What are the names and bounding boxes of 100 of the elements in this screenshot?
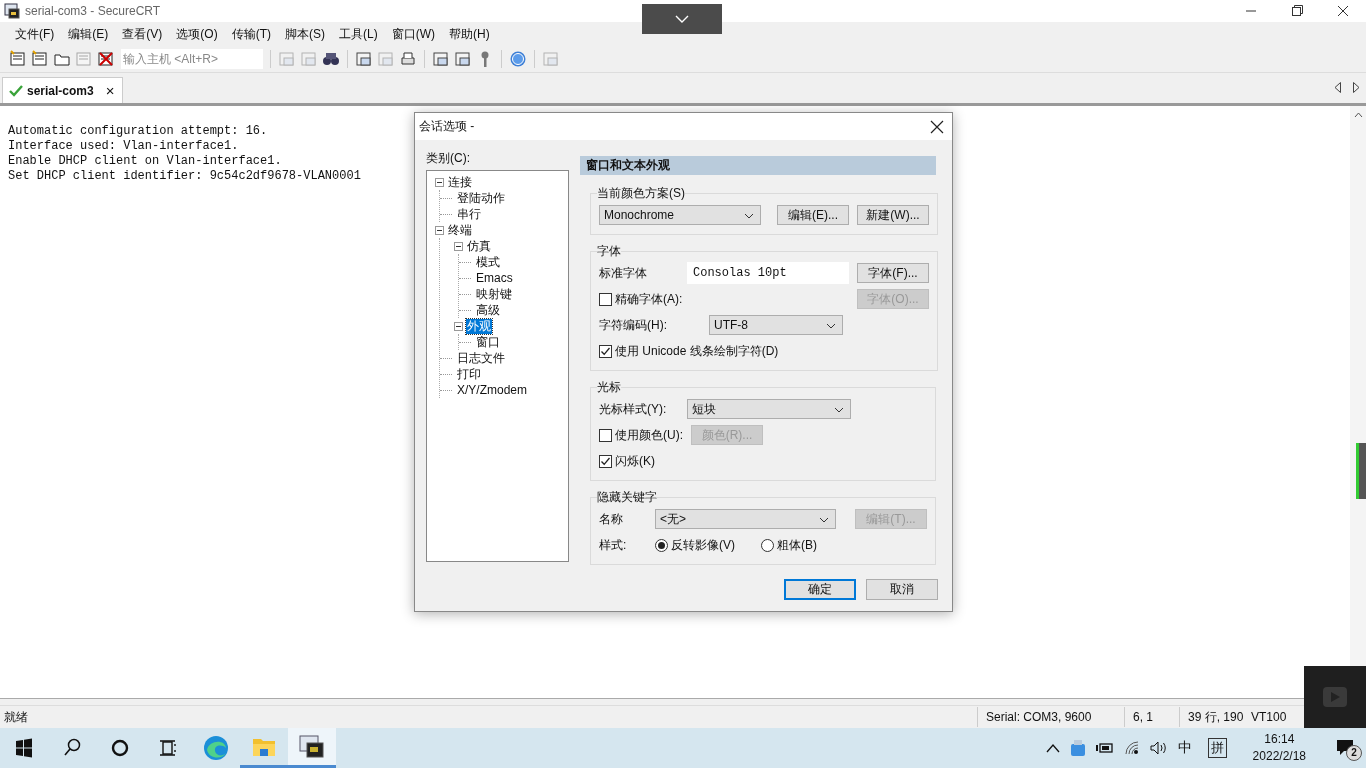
terminal-line: Enable DHCP client on Vlan-interface1. [8, 154, 282, 169]
menu-item[interactable]: 脚本(S) [278, 25, 332, 43]
tree-item[interactable]: 打印 [456, 366, 482, 382]
font-field: Consolas 10pt [687, 262, 849, 284]
media-icon [1322, 686, 1348, 708]
close-icon[interactable] [930, 119, 944, 134]
wifi-icon[interactable] [1123, 741, 1140, 755]
terminal-line: Automatic configuration attempt: 16. [8, 124, 268, 139]
page-header: 窗口和文本外观 [580, 156, 936, 175]
menu-item[interactable]: 查看(V) [115, 25, 170, 43]
dialog-title: 会话选项 - [419, 118, 475, 135]
ok-button[interactable]: 确定 [784, 579, 856, 600]
radio-label: 粗体(B) [777, 536, 817, 554]
terminal-line: Set DHCP client identifier: 9c54c2df9678-VLAN0001 [8, 169, 361, 184]
status-cell: Serial: COM3, 9600 [977, 707, 1124, 727]
cursor-style-dropdown[interactable]: 短块 [687, 399, 851, 419]
tree-item[interactable]: 登陆动作 [456, 190, 506, 206]
checkbox[interactable] [599, 344, 612, 358]
field-label: 名称 [599, 510, 624, 528]
checkbox[interactable] [599, 454, 612, 468]
menu-item[interactable]: 文件(F) [8, 25, 62, 43]
disconnect-icon[interactable] [97, 50, 115, 68]
side-handle[interactable] [1356, 443, 1366, 499]
printer-icon[interactable] [399, 50, 417, 68]
window-title: serial-com3 - SecureCRT [25, 4, 162, 18]
chevron-down-icon [826, 323, 836, 329]
checkbox[interactable] [599, 292, 612, 306]
tree-item[interactable]: X/Y/Zmodem [456, 382, 529, 398]
input-method-indicator[interactable]: 中 [1177, 739, 1192, 757]
tree-item[interactable]: 高级 [475, 302, 501, 318]
clock[interactable]: 16:14 2022/2/18 [1252, 731, 1306, 765]
tree-item[interactable]: 仿真 [466, 238, 492, 254]
tree-item[interactable]: 模式 [475, 254, 501, 270]
radio-label: 反转影像(V) [671, 536, 735, 554]
input-mode-indicator[interactable]: 拼 [1207, 738, 1227, 758]
tree-item[interactable]: 外观 [466, 318, 492, 334]
group-title: 隐藏关键字 [597, 489, 657, 506]
encoding-dropdown[interactable]: UTF-8 [709, 315, 843, 335]
session-tab[interactable]: serial-com3 × [2, 77, 124, 103]
usb-drive-icon[interactable] [1069, 739, 1086, 757]
field-label: 字符编码(H): [599, 316, 668, 334]
group-title: 字体 [597, 243, 621, 260]
speaker-icon[interactable] [1149, 741, 1168, 755]
field-label: 样式: [599, 536, 628, 554]
scroll-right-icon[interactable] [1352, 82, 1360, 93]
tab-label: serial-com3 [27, 83, 94, 98]
app-icon [4, 3, 20, 19]
tab-close-button[interactable]: × [105, 82, 115, 99]
cancel-button[interactable]: 取消 [866, 579, 938, 600]
menu-item[interactable]: 窗口(W) [384, 25, 442, 43]
checkbox-label: 使用 Unicode 线条绘制字符(D) [615, 342, 779, 360]
radio-button[interactable] [761, 538, 774, 552]
font-button[interactable]: 字体(F)... [857, 263, 929, 283]
menu-item[interactable]: 传输(T) [224, 25, 278, 43]
category-label: 类别(C): [426, 150, 471, 167]
tree-item[interactable]: 终端 [447, 222, 473, 238]
tree-item[interactable]: 映射键 [475, 286, 513, 302]
clock-time: 16:14 [1264, 731, 1295, 748]
keyword-name-dropdown[interactable]: <无> [655, 509, 836, 529]
group-title: 光标 [597, 379, 621, 396]
minus-box-icon[interactable] [454, 241, 463, 251]
scroll-up-icon[interactable] [1353, 112, 1363, 118]
menu-item[interactable]: 编辑(E) [61, 25, 116, 43]
battery-icon[interactable] [1095, 742, 1114, 754]
binoculars-icon[interactable] [322, 50, 340, 68]
radio-button[interactable] [655, 538, 668, 552]
group-title: 当前颜色方案(S) [597, 185, 685, 202]
field-label: 标准字体 [599, 264, 648, 282]
chevron-down-icon [675, 15, 689, 23]
status-message: 就绪 [3, 708, 29, 726]
menu-item[interactable]: 工具(L) [332, 25, 385, 43]
checkbox-label: 精确字体(A): [615, 290, 683, 308]
checkbox-label: 使用颜色(U): [615, 426, 683, 444]
scroll-left-icon[interactable] [1334, 82, 1342, 93]
notification-count: 2 [1346, 745, 1362, 761]
minus-box-icon[interactable] [454, 321, 463, 331]
quick-connect-icon[interactable] [31, 50, 49, 68]
field-label: 光标样式(Y): [599, 400, 668, 418]
host-field[interactable]: 输入主机 <Alt+R> [121, 49, 263, 69]
edit-button[interactable]: 编辑(E)... [777, 205, 849, 225]
tree-item[interactable]: 连接 [447, 174, 473, 190]
checkbox[interactable] [599, 428, 612, 442]
new-session-icon[interactable] [9, 50, 27, 68]
status-cell-text: VT100 [1251, 709, 1288, 726]
minus-box-icon[interactable] [435, 225, 444, 235]
tree-item[interactable]: Emacs [475, 270, 514, 286]
terminal-line: Interface used: Vlan-interface1. [8, 139, 239, 154]
taskbar-app[interactable] [288, 728, 336, 768]
color-scheme-dropdown[interactable]: Monochrome [599, 205, 761, 225]
tree-item[interactable]: 串行 [456, 206, 482, 222]
tree-item[interactable]: 窗口 [475, 334, 501, 350]
minus-box-icon[interactable] [435, 177, 444, 187]
chevron-up-icon[interactable] [1045, 743, 1060, 753]
menu-item[interactable]: 帮助(H) [442, 25, 497, 43]
tree-item[interactable]: 日志文件 [456, 350, 506, 366]
app-icon [299, 734, 325, 759]
menu-item[interactable]: 选项(O) [169, 25, 225, 43]
new-button[interactable]: 新建(W)... [857, 205, 929, 225]
checkmark-icon [9, 84, 23, 97]
status-cell: 6, 1 [1124, 707, 1179, 727]
